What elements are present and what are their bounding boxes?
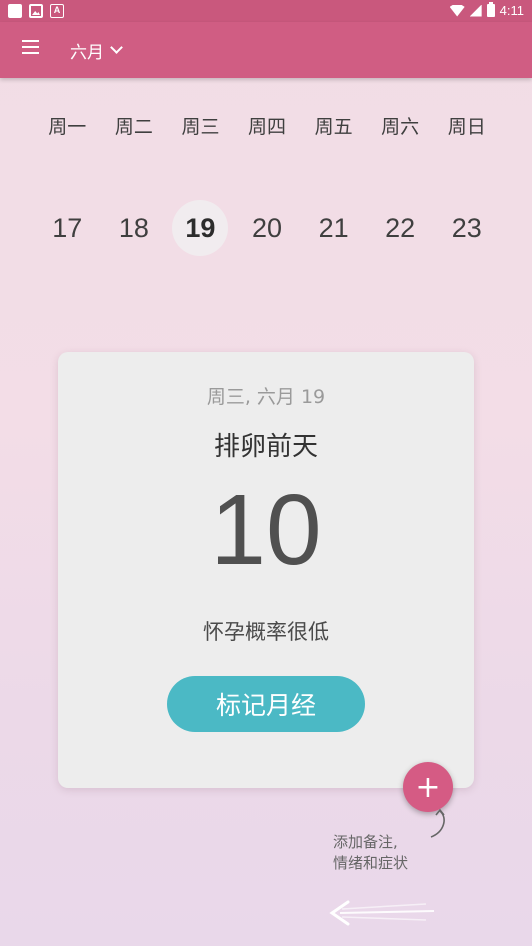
weekday-label: 周一: [48, 116, 87, 138]
date-cell[interactable]: 23: [433, 200, 500, 256]
font-a-icon: A: [50, 4, 64, 18]
date-cell[interactable]: 22: [367, 200, 434, 256]
weekday-label: 周四: [248, 116, 287, 138]
date-cell[interactable]: 20: [234, 200, 301, 256]
plus-icon: +: [415, 769, 441, 805]
month-label: 六月: [70, 42, 104, 63]
date-cell[interactable]: 18: [101, 200, 168, 256]
weekday-label: 周日: [447, 116, 486, 138]
curved-arrow-icon: [430, 808, 445, 838]
notification-square-icon: [8, 4, 22, 18]
image-icon: [29, 4, 43, 18]
add-note-button[interactable]: +: [403, 762, 453, 812]
month-dropdown[interactable]: 六月: [70, 38, 123, 63]
weekday-label: 周三: [181, 116, 220, 138]
weekday-label: 周五: [314, 116, 353, 138]
weekday-header: 周一 周二 周三 周四 周五 周六 周日: [34, 112, 500, 139]
add-note-hint: 添加备注, 情绪和症状: [333, 832, 408, 874]
hint-line-2: 情绪和症状: [333, 854, 409, 872]
date-cell[interactable]: 21: [300, 200, 367, 256]
wifi-icon: [449, 4, 465, 17]
app-bar: 六月: [0, 22, 532, 78]
signal-icon: [469, 4, 482, 17]
cycle-info-card: 周三, 六月 19 排卵前天 10 怀孕概率很低 标记月经: [58, 352, 474, 788]
battery-icon: [486, 2, 495, 17]
hamburger-menu-icon[interactable]: [22, 40, 50, 60]
mark-period-button[interactable]: 标记月经: [167, 676, 365, 732]
swipe-left-icon: [329, 900, 435, 926]
chevron-down-icon: [110, 41, 123, 54]
weekday-label: 周六: [381, 116, 420, 138]
card-title: 排卵前天: [213, 432, 318, 462]
date-cell[interactable]: 17: [34, 200, 101, 256]
status-time: 4:11: [499, 3, 524, 18]
date-cell-selected[interactable]: 19: [167, 200, 234, 256]
hint-line-1: 添加备注,: [333, 833, 398, 851]
status-bar: A 4:11: [0, 0, 532, 22]
days-count: 10: [210, 474, 322, 586]
week-dates: 17 18 19 20 21 22 23: [34, 200, 500, 256]
weekday-label: 周二: [114, 116, 153, 138]
selected-date: 19: [172, 200, 229, 256]
pregnancy-chance-status: 怀孕概率很低: [203, 620, 329, 644]
card-date: 周三, 六月 19: [206, 386, 326, 408]
